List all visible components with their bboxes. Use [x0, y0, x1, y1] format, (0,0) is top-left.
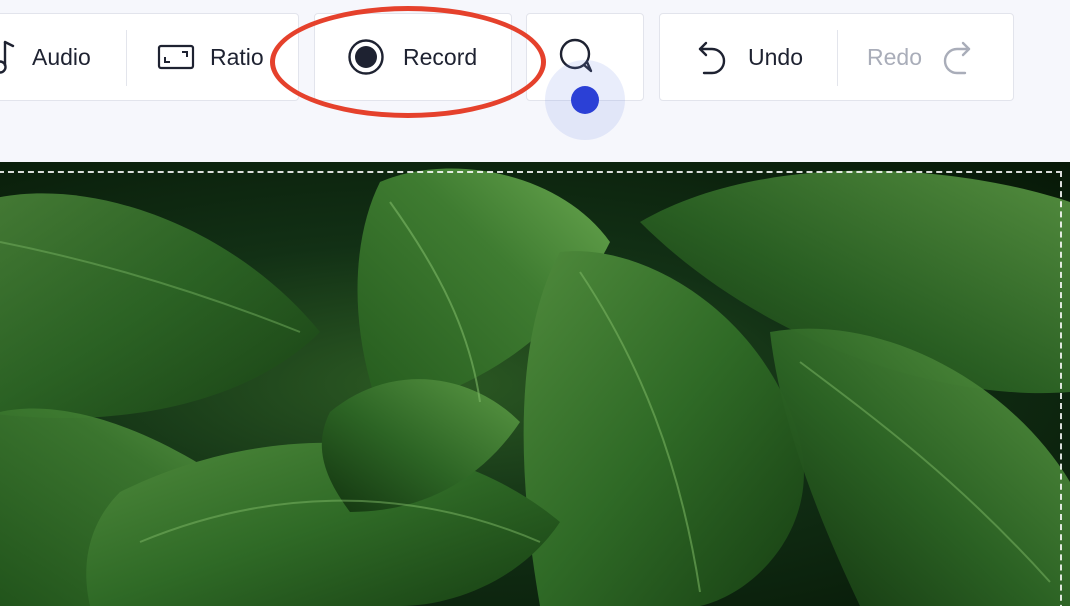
record-group: Record [314, 13, 512, 101]
ratio-button[interactable]: Ratio [157, 14, 297, 100]
history-group: Undo Redo [659, 13, 1014, 101]
audio-label: Audio [32, 43, 91, 70]
editor-toolbar: Audio Ratio Record Undo Redo [0, 0, 1070, 162]
undo-button[interactable]: Undo [696, 14, 836, 100]
redo-label: Redo [867, 43, 922, 70]
divider [126, 30, 127, 86]
undo-arrow-icon [696, 37, 728, 77]
record-icon [347, 38, 385, 76]
crop-frame-outline[interactable] [0, 171, 1062, 606]
divider [837, 30, 838, 86]
aspect-ratio-icon [157, 43, 195, 71]
media-settings-group: Audio Ratio [0, 13, 299, 101]
music-note-icon [0, 38, 15, 78]
record-label: Record [403, 43, 478, 70]
ratio-label: Ratio [210, 43, 264, 70]
cursor-pointer [571, 86, 599, 114]
redo-arrow-icon [941, 37, 973, 77]
redo-button[interactable]: Redo [867, 14, 997, 100]
undo-label: Undo [748, 43, 803, 70]
audio-button[interactable]: Audio [0, 14, 119, 100]
video-canvas[interactable] [0, 162, 1070, 606]
record-button[interactable]: Record [347, 14, 507, 100]
